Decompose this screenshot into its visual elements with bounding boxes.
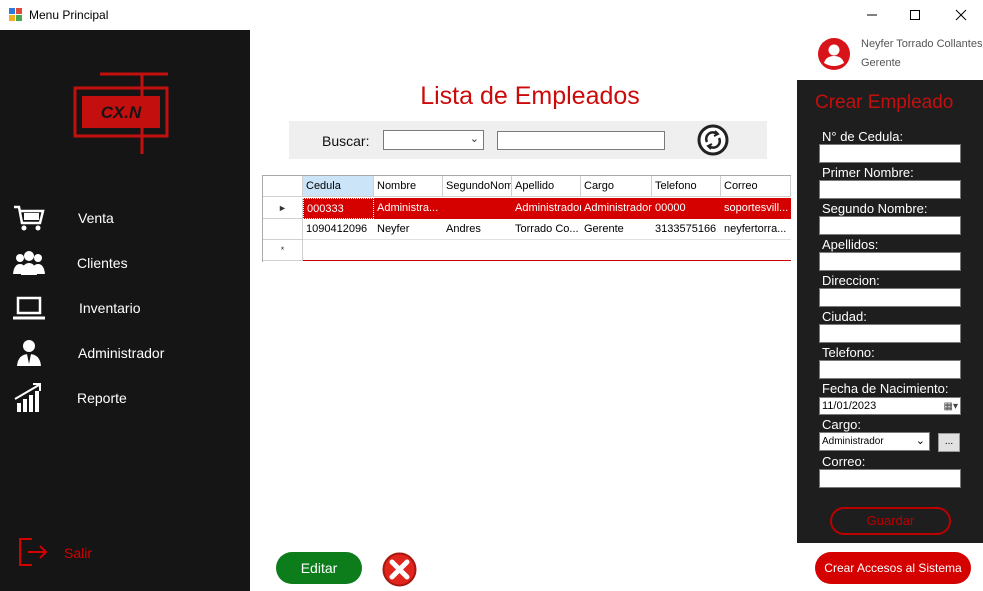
exit-icon (19, 538, 48, 566)
user-role: Gerente (861, 57, 901, 69)
table-cell[interactable]: 3133575166 (652, 219, 721, 240)
table-row[interactable]: ► 000333 Administra... Administrador Adm… (263, 198, 791, 220)
minimize-icon[interactable] (862, 5, 882, 25)
table-cell[interactable]: Administrador (512, 198, 581, 219)
maximize-icon[interactable] (905, 5, 925, 25)
table-cell[interactable]: Administra... (374, 198, 443, 219)
direccion-label: Direccion: (822, 273, 880, 288)
search-label: Buscar: (322, 133, 370, 149)
cargo-more-button[interactable]: ... (938, 433, 960, 452)
grid-header-row: Cedula Nombre SegundoNom Apellido Cargo … (263, 176, 791, 198)
title-bar: Menu Principal (0, 0, 983, 30)
refresh-icon[interactable] (697, 124, 729, 156)
table-cell[interactable] (443, 198, 512, 219)
new-row-marker: * (263, 240, 303, 261)
svg-text:CX.N: CX.N (101, 103, 142, 122)
ciudad-label: Ciudad: (822, 309, 867, 324)
sidebar-item-label: Clientes (77, 255, 128, 271)
calendar-icon[interactable]: ▦▾ (944, 399, 958, 415)
chevron-down-icon: ⌄ (469, 133, 479, 145)
table-cell[interactable]: Administrador (581, 198, 652, 219)
telefono-label: Telefono: (822, 345, 875, 360)
column-header[interactable]: Apellido (512, 176, 581, 197)
cart-icon (14, 205, 45, 231)
new-row-cell[interactable] (303, 240, 791, 261)
table-cell[interactable]: Neyfer (374, 219, 443, 240)
apellidos-field[interactable] (819, 252, 961, 271)
table-cell[interactable]: Torrado Co... (512, 219, 581, 240)
cancel-icon[interactable] (381, 552, 418, 587)
table-cell[interactable]: Gerente (581, 219, 652, 240)
search-input[interactable] (497, 131, 665, 150)
chevron-down-icon: ⌄ (915, 435, 925, 447)
edit-button[interactable]: Editar (276, 552, 362, 584)
table-cell[interactable]: 1090412096 (303, 219, 374, 240)
table-cell[interactable]: 00000 (652, 198, 721, 219)
table-cell[interactable]: Andres (443, 219, 512, 240)
sidebar-item-administrador[interactable]: Administrador (12, 336, 232, 370)
close-icon[interactable] (951, 5, 971, 25)
users-icon (13, 251, 45, 275)
sidebar-item-inventario[interactable]: Inventario (12, 291, 232, 325)
chart-bars-icon (14, 383, 41, 412)
save-button[interactable]: Guardar (830, 507, 951, 535)
laptop-icon (13, 296, 45, 320)
sidebar-item-label: Venta (78, 210, 114, 226)
employees-grid[interactable]: Cedula Nombre SegundoNom Apellido Cargo … (262, 175, 791, 262)
correo-label: Correo: (822, 454, 866, 469)
sidebar-item-label: Administrador (78, 345, 165, 361)
exit-button[interactable]: Salir (16, 536, 136, 570)
sidebar: CX.N Venta Clientes Inventario Administr… (0, 30, 250, 591)
search-bar: Buscar: ⌄ (289, 121, 767, 159)
row-selector-arrow-icon[interactable]: ► (263, 198, 303, 219)
apellidos-label: Apellidos: (822, 237, 879, 252)
cargo-label: Cargo: (822, 417, 862, 432)
segundo-nombre-field[interactable] (819, 216, 961, 235)
search-filter-select[interactable]: ⌄ (383, 130, 484, 150)
create-access-button[interactable]: Crear Accesos al Sistema (815, 552, 971, 584)
sidebar-item-label: Inventario (79, 300, 141, 316)
ciudad-field[interactable] (819, 324, 961, 343)
column-header[interactable]: Cedula (303, 176, 374, 197)
birthdate-value: 11/01/2023 (822, 400, 877, 412)
window-title: Menu Principal (29, 8, 109, 22)
birthdate-picker[interactable]: 11/01/2023 ▦▾ (819, 397, 961, 415)
telefono-field[interactable] (819, 360, 961, 379)
column-header[interactable]: Correo (721, 176, 791, 197)
column-header[interactable]: Nombre (374, 176, 443, 197)
segundo-nombre-label: Segundo Nombre: (822, 201, 928, 216)
sidebar-item-venta[interactable]: Venta (12, 201, 232, 235)
exit-label: Salir (64, 545, 93, 561)
create-employee-panel: Crear Empleado N° de Cedula: Primer Nomb… (797, 80, 983, 543)
primer-nombre-label: Primer Nombre: (822, 165, 914, 180)
table-cell[interactable]: soportesvill... (721, 198, 791, 219)
table-row[interactable]: 1090412096 Neyfer Andres Torrado Co... G… (263, 219, 791, 241)
logo: CX.N (72, 70, 172, 156)
table-cell[interactable]: 000333 (303, 198, 374, 219)
primer-nombre-field[interactable] (819, 180, 961, 199)
direccion-field[interactable] (819, 288, 961, 307)
admin-user-icon (17, 340, 41, 366)
fecha-label: Fecha de Nacimiento: (822, 381, 949, 396)
avatar (818, 38, 850, 70)
column-header[interactable]: Telefono (652, 176, 721, 197)
new-row[interactable]: * (263, 240, 791, 262)
cedula-field[interactable] (819, 144, 961, 163)
row-header-corner (263, 176, 303, 197)
cargo-value: Administrador (822, 436, 884, 447)
sidebar-item-label: Reporte (77, 390, 127, 406)
column-header[interactable]: SegundoNom (443, 176, 512, 197)
sidebar-item-clientes[interactable]: Clientes (12, 246, 232, 280)
row-selector[interactable] (263, 219, 303, 240)
table-cell[interactable]: neyfertorra... (721, 219, 791, 240)
cedula-label: N° de Cedula: (822, 129, 904, 144)
app-icon (9, 8, 22, 21)
sidebar-item-reporte[interactable]: Reporte (12, 381, 232, 415)
correo-field[interactable] (819, 469, 961, 488)
column-header[interactable]: Cargo (581, 176, 652, 197)
cargo-select[interactable]: Administrador ⌄ (819, 432, 930, 451)
user-name: Neyfer Torrado Collantes (861, 38, 983, 50)
panel-title: Crear Empleado (815, 92, 954, 113)
page-title: Lista de Empleados (420, 82, 640, 110)
